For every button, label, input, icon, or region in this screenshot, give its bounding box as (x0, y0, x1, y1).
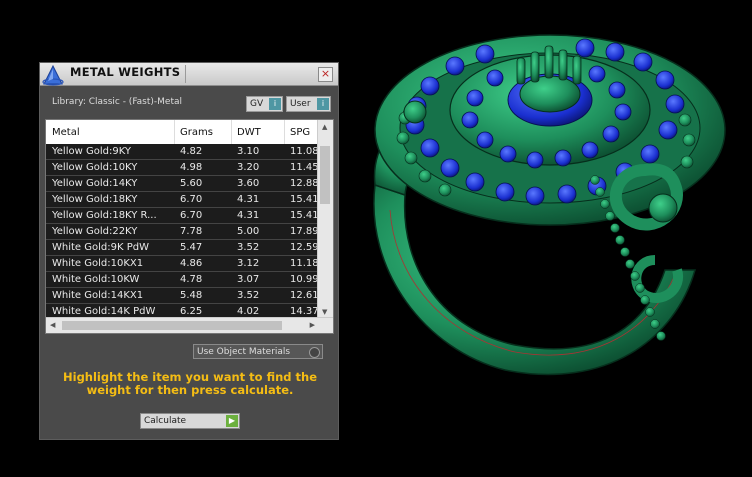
column-header-grams[interactable]: Grams (180, 127, 213, 138)
table-body: Yellow Gold:9KY 4.82 3.10 11.08 Yellow Gold… (46, 144, 318, 320)
grams-cell: 5.60 (180, 178, 203, 189)
instruction-text: Highlight the item you want to find the … (63, 370, 317, 397)
use-object-materials-label: Use Object Materials (197, 347, 291, 357)
metal-table: Metal Grams DWT SPG Yellow Gold:9KY 4.82 3… (45, 119, 334, 334)
table-row[interactable]: Yellow Gold:22KY 7.78 5.00 17.89 (46, 224, 318, 240)
spg-cell: 11.45 (290, 162, 318, 173)
metal-cell: Yellow Gold:18KY R... (52, 210, 157, 221)
grams-cell: 4.98 (180, 162, 203, 173)
metal-cell: Yellow Gold:10KY (52, 162, 138, 173)
table-row[interactable]: White Gold:10KW 4.78 3.07 10.99 (46, 272, 318, 288)
metal-cell: White Gold:9K PdW (52, 242, 149, 253)
metal-weights-panel: METAL WEIGHTS × Library: Classic - (Fast… (39, 62, 339, 440)
grams-cell: 5.47 (180, 242, 203, 253)
column-header-spg[interactable]: SPG (290, 127, 310, 138)
spg-cell: 10.99 (290, 274, 318, 285)
metal-cell: Yellow Gold:22KY (52, 226, 138, 237)
grams-cell: 5.48 (180, 290, 203, 301)
metal-cell: Yellow Gold:18KY (52, 194, 138, 205)
dwt-cell: 4.31 (237, 210, 260, 221)
metal-cell: White Gold:14KX1 (52, 290, 144, 301)
column-header-metal[interactable]: Metal (52, 127, 80, 138)
grams-cell: 4.82 (180, 146, 203, 157)
ring-model (373, 34, 726, 376)
scroll-down-icon[interactable]: ▼ (322, 308, 327, 316)
metal-cell: White Gold:10KX1 (52, 258, 144, 269)
gv-toggle-label: GV (250, 99, 264, 109)
grams-cell: 6.25 (180, 306, 203, 317)
horizontal-scroll-thumb[interactable] (62, 321, 282, 330)
user-toggle-label: User (290, 99, 311, 109)
ring-3d-viewport[interactable] (345, 20, 745, 460)
spg-cell: 15.41 (290, 210, 318, 221)
radio-indicator-icon (309, 347, 320, 358)
spg-cell: 12.61 (290, 290, 318, 301)
panel-title: METAL WEIGHTS (70, 65, 181, 79)
gv-toggle[interactable]: GV i (246, 96, 283, 112)
dwt-cell: 3.07 (237, 274, 260, 285)
table-row[interactable]: White Gold:9K PdW 5.47 3.52 12.59 (46, 240, 318, 256)
dwt-cell: 3.10 (237, 146, 260, 157)
table-header: Metal Grams DWT SPG (46, 120, 318, 145)
metal-cell: Yellow Gold:9KY (52, 146, 131, 157)
scroll-up-icon[interactable]: ▲ (322, 123, 327, 131)
panel-titlebar[interactable]: METAL WEIGHTS × (40, 63, 338, 86)
column-header-dwt[interactable]: DWT (237, 127, 261, 138)
dwt-cell: 3.60 (237, 178, 260, 189)
grams-cell: 6.70 (180, 194, 203, 205)
play-arrow-icon: ▶ (226, 415, 238, 427)
dwt-cell: 3.12 (237, 258, 260, 269)
horizontal-scrollbar[interactable]: ◀ ▶ (46, 317, 333, 333)
grams-cell: 4.78 (180, 274, 203, 285)
spg-cell: 12.59 (290, 242, 318, 253)
spg-cell: 17.89 (290, 226, 318, 237)
grams-cell: 6.70 (180, 210, 203, 221)
column-divider[interactable] (231, 120, 232, 144)
table-row[interactable]: Yellow Gold:18KY 6.70 4.31 15.41 (46, 192, 318, 208)
dwt-cell: 3.20 (237, 162, 260, 173)
close-button[interactable]: × (318, 67, 333, 82)
dwt-cell: 3.52 (237, 242, 260, 253)
column-divider[interactable] (174, 120, 175, 144)
metal-cell: Yellow Gold:14KY (52, 178, 138, 189)
table-row[interactable]: White Gold:14KX1 5.48 3.52 12.61 (46, 288, 318, 304)
scroll-left-icon[interactable]: ◀ (50, 321, 55, 329)
scroll-right-icon[interactable]: ▶ (310, 321, 315, 329)
grams-cell: 7.78 (180, 226, 203, 237)
vertical-scroll-thumb[interactable] (320, 146, 330, 204)
calculate-label: Calculate (144, 416, 187, 426)
info-icon: i (317, 98, 329, 110)
user-toggle[interactable]: User i (286, 96, 331, 112)
dwt-cell: 4.31 (237, 194, 260, 205)
title-separator (185, 65, 186, 83)
use-object-materials-toggle[interactable]: Use Object Materials (193, 344, 323, 359)
table-row[interactable]: Yellow Gold:9KY 4.82 3.10 11.08 (46, 144, 318, 160)
dwt-cell: 4.02 (237, 306, 260, 317)
calculate-button[interactable]: Calculate ▶ (140, 413, 240, 429)
cone-logo-icon (42, 64, 64, 86)
library-label: Library: Classic - (Fast)-Metal (52, 97, 183, 107)
grams-cell: 4.86 (180, 258, 203, 269)
metal-cell: White Gold:10KW (52, 274, 140, 285)
dwt-cell: 3.52 (237, 290, 260, 301)
spg-cell: 12.88 (290, 178, 318, 189)
metal-cell: White Gold:14K PdW (52, 306, 156, 317)
spg-cell: 14.37 (290, 306, 318, 317)
table-row[interactable]: White Gold:10KX1 4.86 3.12 11.18 (46, 256, 318, 272)
dwt-cell: 5.00 (237, 226, 260, 237)
spg-cell: 11.08 (290, 146, 318, 157)
spg-cell: 11.18 (290, 258, 318, 269)
info-icon: i (269, 98, 281, 110)
table-row[interactable]: Yellow Gold:10KY 4.98 3.20 11.45 (46, 160, 318, 176)
vertical-scrollbar[interactable]: ▲ ▼ (317, 120, 333, 318)
spg-cell: 15.41 (290, 194, 318, 205)
table-row[interactable]: Yellow Gold:18KY R... 6.70 4.31 15.41 (46, 208, 318, 224)
table-row[interactable]: Yellow Gold:14KY 5.60 3.60 12.88 (46, 176, 318, 192)
column-divider[interactable] (284, 120, 285, 144)
